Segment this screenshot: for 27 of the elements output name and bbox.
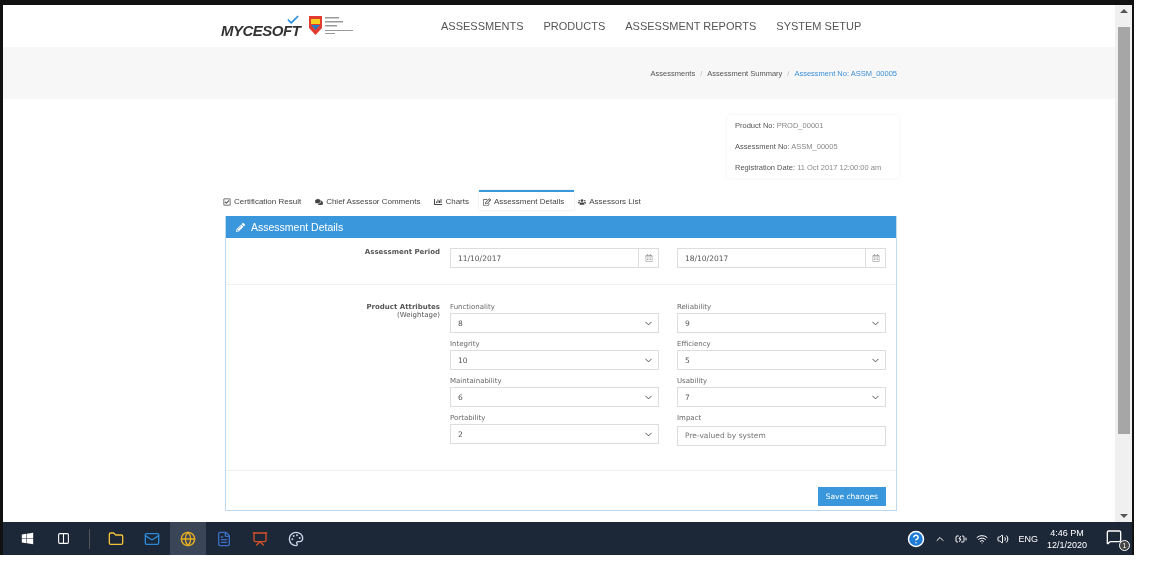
pencil-icon [236, 222, 245, 232]
edit-icon [482, 197, 491, 206]
tab[interactable]: Assessors List [574, 190, 651, 210]
checkbox-icon [223, 197, 231, 206]
tab[interactable]: Chief Assessor Comments [311, 190, 431, 210]
language-indicator[interactable]: ENG [1018, 533, 1038, 544]
users-icon [578, 197, 587, 206]
comments-icon [315, 197, 324, 206]
clock[interactable]: 4:46 PM 12/1/2020 [1046, 527, 1087, 550]
tab[interactable]: Certification Result [219, 190, 312, 210]
speaker-icon[interactable] [997, 532, 1010, 545]
nav-link[interactable]: ASSESSMENT REPORTS [625, 20, 757, 32]
logo-text: MYCESOFT [221, 22, 301, 39]
panel-title: Assessment Details [251, 221, 344, 233]
tab[interactable]: Assessment Details [478, 190, 575, 210]
help-icon[interactable] [907, 529, 926, 548]
nav-link[interactable]: ASSESSMENTS [441, 20, 524, 32]
tab[interactable]: Charts [430, 190, 479, 210]
university-crest-drawing [308, 15, 355, 37]
globe-icon[interactable] [170, 522, 206, 555]
nav-link[interactable]: SYSTEM SETUP [776, 20, 862, 32]
checkmark-icon [286, 13, 301, 27]
wifi-icon[interactable] [976, 532, 989, 545]
nav-link[interactable]: PRODUCTS [543, 20, 606, 32]
battery-icon[interactable] [955, 532, 968, 545]
bar-chart-icon [434, 197, 443, 206]
scrollbar[interactable] [1115, 5, 1132, 522]
